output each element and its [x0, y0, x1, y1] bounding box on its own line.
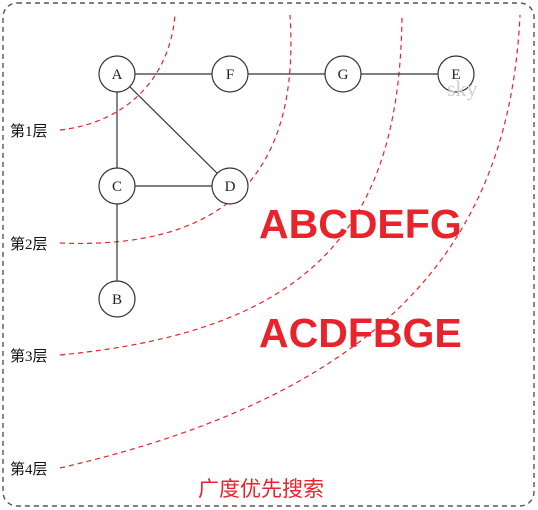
- layer-arc-2: [59, 14, 292, 245]
- diagram-caption: 广度优先搜索: [198, 477, 324, 501]
- node-F: F: [211, 55, 249, 93]
- node-G: G: [324, 55, 362, 93]
- layer-label-3: 第3层: [10, 347, 48, 365]
- node-label-B: B: [112, 292, 122, 308]
- layer-label-4: 第4层: [10, 460, 48, 478]
- result-sequence-1: ABCDEFG: [259, 201, 462, 247]
- layer-label-2: 第2层: [10, 235, 48, 253]
- layer-label-1: 第1层: [10, 122, 48, 140]
- edges-group: [116, 73, 456, 299]
- edge-A-D: [116, 73, 231, 187]
- node-label-G: G: [338, 67, 349, 83]
- node-B: B: [98, 280, 136, 318]
- bfs-diagram: A F G EC DB sky 第1层 第2层 第3层 第4层 ABCDEFG ACDF…: [2, 2, 535, 507]
- node-label-C: C: [112, 179, 122, 195]
- node-A: A: [98, 55, 136, 93]
- watermark-text: sky: [447, 76, 478, 101]
- node-label-A: A: [112, 67, 123, 83]
- node-label-F: F: [226, 67, 234, 83]
- node-C: C: [98, 167, 136, 205]
- node-D: D: [211, 167, 249, 205]
- node-label-D: D: [225, 179, 236, 195]
- diagram-canvas: AFGECDB sky 第1层 第2层 第3层 第4层 ABCDEFG ACDF…: [0, 0, 538, 510]
- result-sequence-2: ACDFBGE: [259, 310, 462, 356]
